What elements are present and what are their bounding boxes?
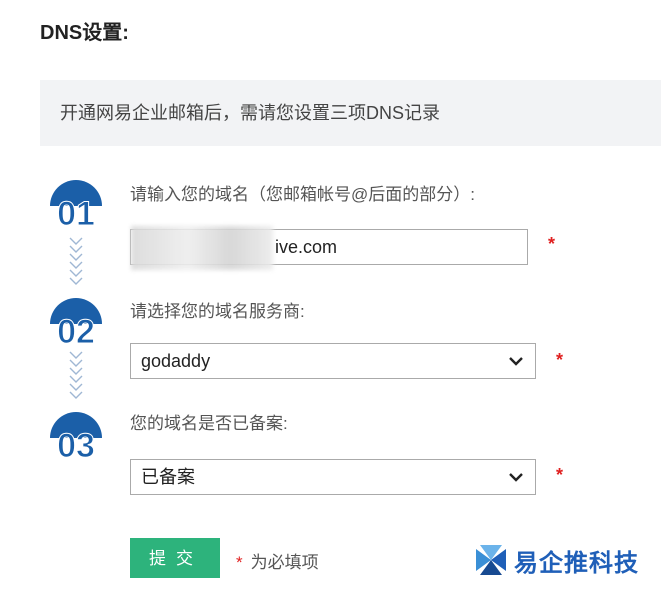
step-01-badge-icon: 01 [50,180,102,230]
dns-provider-label: 请选择您的域名服务商: [130,302,305,321]
chevron-down-icon [509,473,523,482]
domain-input-value: ive.com [275,237,338,257]
redacted-blur [131,226,273,270]
notice-text: 开通网易企业邮箱后，需请您设置三项DNS记录 [60,103,441,123]
icp-filing-label: 您的域名是否已备案: [130,414,288,433]
chevron-down-icon [509,357,523,366]
watermark-text: 易企推科技 [514,549,639,577]
watermark: 易企推科技 [472,540,639,580]
page-title: DNS设置: [40,22,129,44]
domain-label: 请输入您的域名（您邮箱帐号@后面的部分）: [130,185,475,204]
step-03-badge-icon: 03 [50,412,102,462]
domain-input[interactable]: ive.com [130,226,528,270]
submit-button[interactable]: 提交 [130,538,220,578]
watermark-logo-icon [476,545,506,575]
icp-filing-select[interactable]: 已备案 [130,459,536,495]
step-connector-icon [69,351,83,399]
dns-provider-selected-value: godaddy [141,351,211,371]
step-02-badge-icon: 02 [50,298,102,348]
step-connector-icon [69,237,83,285]
required-note-text: 为必填项 [250,553,319,572]
required-note-asterisk: * [236,553,243,572]
required-asterisk: * [548,234,556,254]
required-note: * 为必填项 [236,548,319,573]
step-03-number: 03 [57,427,95,462]
dns-notice-banner: 开通网易企业邮箱后，需请您设置三项DNS记录 [40,80,661,146]
step-02-number: 02 [57,313,95,348]
dns-provider-select[interactable]: godaddy [130,343,536,379]
icp-filing-selected-value: 已备案 [141,467,195,487]
step-01-number: 01 [57,195,95,230]
required-asterisk: * [556,350,564,370]
required-asterisk: * [556,465,564,485]
